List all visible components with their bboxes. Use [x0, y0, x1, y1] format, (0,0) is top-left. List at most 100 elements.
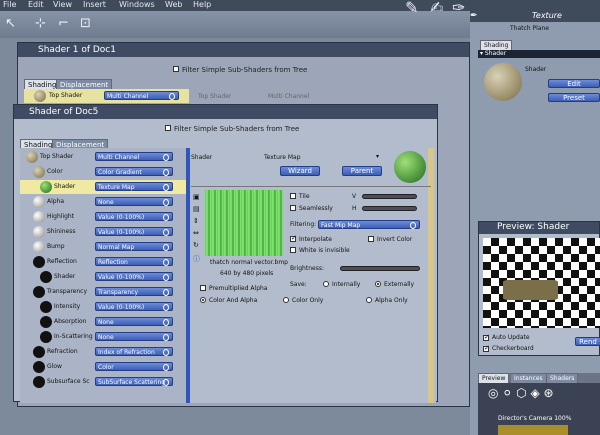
window-title[interactable]: Shader of Doc5 — [14, 105, 437, 119]
tree-select[interactable]: Texture Map — [95, 182, 173, 191]
color-only-radio[interactable] — [283, 297, 289, 303]
scale-icon[interactable]: ⊡ — [80, 17, 91, 30]
tree-row-absorption[interactable]: Absorption None — [20, 315, 186, 329]
white-invisible-checkbox[interactable] — [290, 247, 296, 253]
tab-shaders[interactable]: Shaders — [546, 373, 579, 383]
menu-file[interactable]: File — [3, 0, 16, 9]
tree-row-color[interactable]: Color Color Gradient — [20, 165, 186, 179]
tree-row-shader-selected[interactable]: Shader Texture Map — [20, 180, 186, 194]
auto-update-checkbox[interactable] — [483, 333, 490, 341]
preview-title: Preview: Shader — [479, 222, 599, 234]
tree-row-in-scattering[interactable]: In-Scattering None — [20, 330, 186, 344]
internally-radio[interactable] — [323, 281, 329, 287]
info-icon[interactable]: ⓘ — [193, 254, 200, 264]
tree-row-subsurface[interactable]: Subsurface Sc SubSurface Scattering — [20, 375, 186, 389]
brightness-label: Brightness: — [290, 265, 324, 272]
tab-shading[interactable]: Shading — [480, 40, 513, 50]
tree-select[interactable]: Color Gradient — [95, 167, 173, 176]
paint-icon[interactable]: ✍ — [430, 0, 443, 16]
alpha-only-radio[interactable] — [366, 297, 372, 303]
checkerboard-checkbox[interactable] — [483, 344, 490, 352]
tree-select[interactable]: Reflection — [95, 257, 173, 266]
interpolate-checkbox[interactable] — [290, 234, 297, 242]
v-slider[interactable] — [362, 194, 417, 199]
tree-select[interactable]: Transparency — [95, 287, 173, 296]
menu-edit[interactable]: Edit — [28, 0, 44, 9]
tree-row-shininess[interactable]: Shininess Value (0-100%) — [20, 225, 186, 239]
tree-label: Refraction — [47, 348, 78, 355]
preset-button[interactable]: Preset — [548, 93, 600, 102]
tree-row-highlight[interactable]: Highlight Value (0-100%) — [20, 210, 186, 224]
invert-color-checkbox[interactable] — [368, 236, 374, 242]
edit-image-icon[interactable]: ▤ — [193, 205, 200, 213]
tree-row-reflection-shader[interactable]: Shader Value (0-100%) — [20, 270, 186, 284]
tree-select[interactable]: Multi Channel — [95, 152, 173, 161]
tree-row-reflection[interactable]: Reflection Reflection — [20, 255, 186, 269]
select-arrow-icon[interactable]: ↖ — [5, 17, 16, 30]
tab-preview[interactable]: Preview — [478, 373, 510, 383]
menu-web[interactable]: Web — [165, 0, 182, 9]
tree-label: Shader — [54, 183, 76, 190]
flip-vertical-icon[interactable]: ⇕ — [193, 217, 199, 225]
tree-select[interactable]: Value (0-100%) — [95, 212, 173, 221]
tree-row-alpha[interactable]: Alpha None — [20, 195, 186, 209]
tree-select[interactable]: Value (0-100%) — [95, 227, 173, 236]
tile-checkbox[interactable] — [290, 193, 296, 199]
tree-select[interactable]: None — [95, 197, 173, 206]
tree-row-top-shader[interactable]: Top Shader Multi Channel — [20, 150, 186, 164]
back-row-select[interactable]: Multi Channel — [104, 91, 179, 100]
tree-row-transparency[interactable]: Transparency Transparency — [20, 285, 186, 299]
menu-help[interactable]: Help — [193, 0, 211, 9]
tree-row-intensity[interactable]: Intensity Value (0-100%) — [20, 300, 186, 314]
tab-instances[interactable]: Instances — [510, 373, 547, 383]
externally-radio[interactable] — [375, 281, 381, 287]
tree-label: Intensity — [54, 303, 81, 310]
mode-icon[interactable]: ✒ — [470, 11, 478, 21]
shader-section-header[interactable]: ▾ Shader — [478, 50, 600, 58]
shader-ball — [40, 301, 52, 313]
preview-render — [483, 238, 600, 328]
mode-label[interactable]: Texture — [532, 11, 562, 20]
texture-filename: thatch normal vector.bmp — [210, 259, 288, 266]
tree-select[interactable]: Color — [95, 362, 173, 371]
rotate-image-icon[interactable]: ↻ — [193, 241, 199, 249]
texture-thumbnail[interactable] — [205, 190, 283, 256]
camera-icons[interactable]: ◎ ⚪ ⬡ ◈ ⊛ — [488, 386, 554, 400]
tree-select[interactable]: Value (0-100%) — [95, 302, 173, 311]
detail-dropdown-icon[interactable]: ▾ — [376, 153, 379, 160]
menu-windows[interactable]: Windows — [119, 0, 155, 9]
tree-row-glow[interactable]: Glow Color — [20, 360, 186, 374]
h-slider[interactable] — [362, 206, 417, 211]
wizard-button[interactable]: Wizard — [280, 166, 320, 176]
flip-horizontal-icon[interactable]: ⇔ — [193, 229, 199, 237]
tree-select[interactable]: Index of Refraction — [95, 347, 173, 356]
back-filter-checkbox[interactable] — [173, 66, 179, 72]
tree-row-refraction[interactable]: Refraction Index of Refraction — [20, 345, 186, 359]
tree-select[interactable]: None — [95, 332, 173, 341]
brightness-slider[interactable] — [340, 266, 420, 271]
brush-icon[interactable]: ✎ — [405, 0, 418, 16]
feather-icon[interactable]: ✑ — [452, 0, 465, 16]
color-and-alpha-radio[interactable] — [200, 297, 206, 303]
menu-view[interactable]: View — [53, 0, 72, 9]
filter-checkbox[interactable] — [165, 125, 171, 131]
tree-select[interactable]: Value (0-100%) — [95, 272, 173, 281]
tree-select[interactable]: Normal Map — [95, 242, 173, 251]
move-icon[interactable]: ⊹ — [35, 17, 46, 30]
parent-button[interactable]: Parent — [342, 166, 382, 176]
tree-select[interactable]: None — [95, 317, 173, 326]
tree-row-bump[interactable]: Bump Normal Map — [20, 240, 186, 254]
filtering-select[interactable]: Fast Mip Map — [318, 220, 420, 229]
open-image-icon[interactable]: ▣ — [193, 193, 200, 201]
back-tree-row[interactable]: Top Shader Multi Channel — [24, 89, 189, 103]
menu-insert[interactable]: Insert — [83, 0, 106, 9]
tree-label: Shader — [54, 273, 76, 280]
tree-select[interactable]: SubSurface Scattering — [95, 377, 173, 386]
back-window-title[interactable]: Shader 1 of Doc1 — [18, 43, 469, 57]
rotate-icon[interactable]: ⌐ — [58, 17, 69, 30]
premultiplied-checkbox[interactable] — [200, 285, 206, 291]
render-button[interactable]: Rend — [575, 337, 600, 346]
tree-label: Reflection — [47, 258, 77, 265]
edit-button[interactable]: Edit — [548, 79, 600, 88]
seamlessly-checkbox[interactable] — [290, 205, 296, 211]
